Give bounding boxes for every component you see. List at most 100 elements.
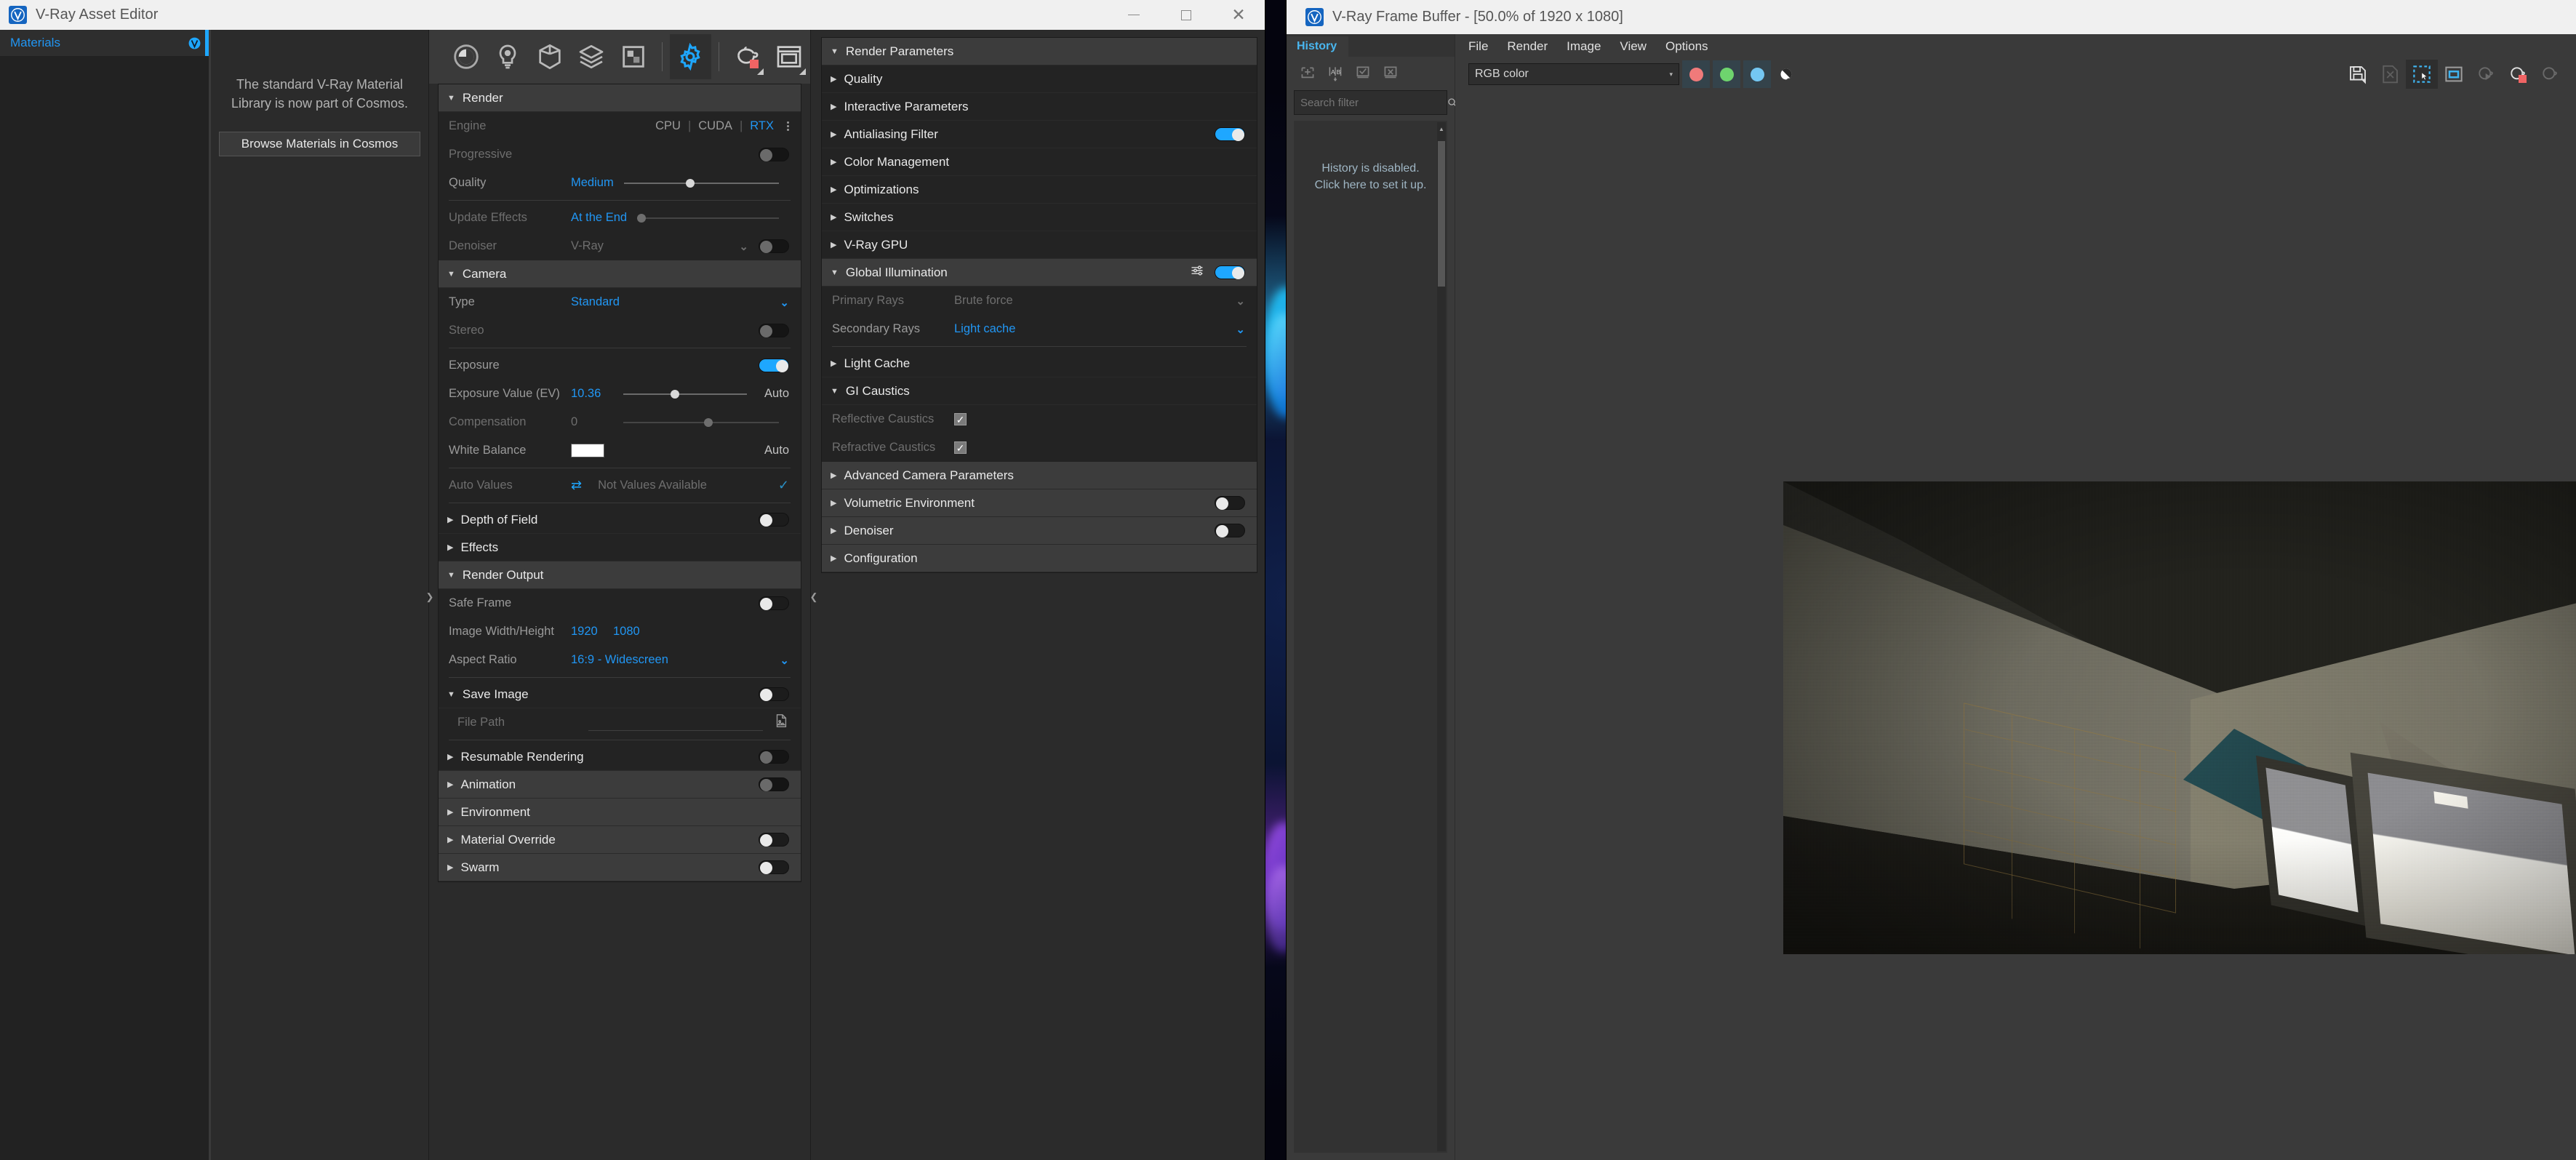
render-stop-icon[interactable]	[2502, 60, 2534, 89]
menu-view[interactable]: View	[1620, 39, 1647, 54]
dropdown-corner-2[interactable]	[799, 68, 806, 75]
section-interactive-parameters[interactable]: ▶ Interactive Parameters	[822, 93, 1257, 121]
history-add-icon[interactable]	[1295, 61, 1320, 86]
secondary-rays-chevron-down-icon[interactable]: ⌄	[1236, 323, 1245, 336]
engine-option-cpu[interactable]: CPU	[655, 119, 681, 133]
volumetric-environment-toggle[interactable]	[1215, 496, 1245, 510]
primary-rays-chevron-down-icon[interactable]: ⌄	[1236, 295, 1245, 308]
save-image-icon[interactable]	[2342, 60, 2374, 89]
global-illumination-toggle[interactable]	[1215, 265, 1245, 279]
collapse-left-handle[interactable]: ❯	[425, 583, 435, 612]
engine-options[interactable]: CPU | CUDA | RTX	[655, 119, 789, 133]
image-height-field[interactable]: 1080	[613, 625, 640, 639]
section-advanced-camera-parameters[interactable]: ▶ Advanced Camera Parameters	[822, 462, 1257, 489]
section-swarm[interactable]: ▶ Swarm	[439, 854, 801, 881]
section-depth-of-field[interactable]: ▶ Depth of Field	[439, 506, 801, 534]
camera-type-value[interactable]: Standard	[571, 295, 620, 309]
scrollbar-thumb[interactable]	[1438, 141, 1445, 287]
primary-rays-value[interactable]: Brute force	[954, 294, 1013, 308]
menu-render[interactable]: Render	[1507, 39, 1548, 54]
image-width-field[interactable]: 1920	[571, 625, 613, 639]
lights-icon[interactable]	[487, 34, 529, 79]
section-light-cache[interactable]: ▶ Light Cache	[822, 350, 1257, 377]
menu-image[interactable]: Image	[1567, 39, 1601, 54]
section-optimizations[interactable]: ▶ Optimizations	[822, 176, 1257, 204]
section-volumetric-environment[interactable]: ▶ Volumetric Environment	[822, 489, 1257, 517]
quality-value[interactable]: Medium	[571, 176, 614, 190]
section-environment[interactable]: ▶ Environment	[439, 799, 801, 826]
refresh-icon[interactable]: ⇄	[571, 478, 582, 493]
save-image-toggle[interactable]	[759, 687, 789, 701]
frame-buffer-canvas[interactable]	[1455, 90, 2576, 1160]
section-quality[interactable]: ▶ Quality	[822, 65, 1257, 93]
render-icon[interactable]	[2534, 60, 2566, 89]
clear-image-icon[interactable]	[2374, 60, 2406, 89]
history-load-icon[interactable]	[1351, 61, 1375, 86]
section-camera[interactable]: ▼ Camera	[439, 260, 801, 288]
section-render-output[interactable]: ▼ Render Output	[439, 561, 801, 589]
green-channel-button[interactable]	[1713, 60, 1740, 88]
section-save-image[interactable]: ▼ Save Image	[439, 681, 801, 708]
collapse-right-handle[interactable]: ❮	[809, 583, 819, 612]
file-browse-icon[interactable]	[773, 713, 789, 732]
history-compare-ab-icon[interactable]: AB	[1323, 61, 1348, 86]
textures-icon[interactable]	[571, 34, 613, 79]
section-antialiasing-filter[interactable]: ▶ Antialiasing Filter	[822, 121, 1257, 148]
history-list[interactable]: History is disabled. Click here to set i…	[1294, 121, 1447, 1153]
render-last-icon[interactable]	[2470, 60, 2502, 89]
file-path-input[interactable]	[588, 715, 763, 731]
aspect-ratio-value[interactable]: 16:9 - Widescreen	[571, 653, 668, 667]
render-elements-icon[interactable]	[612, 34, 655, 79]
history-search-filter[interactable]: ▾	[1294, 90, 1463, 115]
alpha-channel-button[interactable]	[1774, 60, 1799, 88]
section-render-parameters[interactable]: ▼ Render Parameters	[822, 38, 1257, 65]
browse-materials-in-cosmos-button[interactable]: Browse Materials in Cosmos	[219, 132, 420, 157]
animation-toggle[interactable]	[759, 777, 789, 791]
region-select-icon[interactable]	[2406, 60, 2438, 89]
camera-type-chevron-down-icon[interactable]: ⌄	[780, 296, 789, 309]
section-material-override[interactable]: ▶ Material Override	[439, 826, 801, 854]
safe-frame-toggle[interactable]	[759, 596, 789, 610]
antialiasing-filter-toggle[interactable]	[1215, 127, 1245, 141]
secondary-rays-value[interactable]: Light cache	[954, 322, 1015, 336]
section-render[interactable]: ▼ Render	[439, 84, 801, 112]
asset-list-empty-area[interactable]	[0, 56, 209, 1160]
section-configuration[interactable]: ▶ Configuration	[822, 545, 1257, 572]
history-search-input[interactable]	[1295, 95, 1447, 110]
exposure-value-field[interactable]: 10.36	[571, 387, 613, 401]
render-teapot-icon[interactable]	[727, 34, 769, 79]
section-global-illumination[interactable]: ▼ Global Illumination	[822, 259, 1257, 287]
section-animation[interactable]: ▶ Animation	[439, 771, 801, 799]
denoiser-chevron-down-icon[interactable]: ⌄	[739, 240, 748, 253]
materials-icon[interactable]	[445, 34, 487, 79]
update-effects-slider[interactable]	[637, 213, 779, 223]
compensation-slider[interactable]	[623, 417, 779, 428]
section-switches[interactable]: ▶ Switches	[822, 204, 1257, 231]
dropdown-corner-1[interactable]	[757, 68, 764, 75]
aspect-ratio-chevron-down-icon[interactable]: ⌄	[780, 654, 789, 667]
channel-select[interactable]: RGB color ▾	[1468, 63, 1679, 85]
engine-more-icon[interactable]	[787, 121, 789, 131]
stereo-toggle[interactable]	[759, 324, 789, 337]
tab-history[interactable]: History	[1287, 36, 1349, 57]
geometry-icon[interactable]	[529, 34, 571, 79]
section-effects[interactable]: ▶ Effects	[439, 534, 801, 561]
engine-option-cuda[interactable]: CUDA	[698, 119, 732, 133]
history-scrollbar[interactable]: ▲	[1437, 122, 1446, 1151]
exposure-toggle[interactable]	[759, 359, 789, 372]
close-button[interactable]: ✕	[1212, 0, 1265, 30]
settings-scroll-area[interactable]: ▼ Render Engine CPU | CUDA | RTX Progres…	[429, 84, 810, 1160]
denoiser-rp-toggle[interactable]	[1215, 524, 1245, 537]
section-v-ray-gpu[interactable]: ▶ V-Ray GPU	[822, 231, 1257, 259]
menu-options[interactable]: Options	[1665, 39, 1708, 54]
refractive-caustics-checkbox[interactable]	[954, 441, 967, 454]
depth-of-field-toggle[interactable]	[759, 513, 789, 527]
history-empty-message[interactable]: History is disabled. Click here to set i…	[1315, 160, 1427, 193]
sidebar-item-materials[interactable]: Materials	[0, 30, 209, 56]
menu-file[interactable]: File	[1468, 39, 1488, 54]
minimize-button[interactable]	[1108, 0, 1160, 30]
settings-gear-icon[interactable]	[669, 34, 712, 79]
denoiser-toggle[interactable]	[759, 239, 789, 253]
red-channel-button[interactable]	[1682, 60, 1710, 88]
fit-to-window-icon[interactable]	[2438, 60, 2470, 89]
